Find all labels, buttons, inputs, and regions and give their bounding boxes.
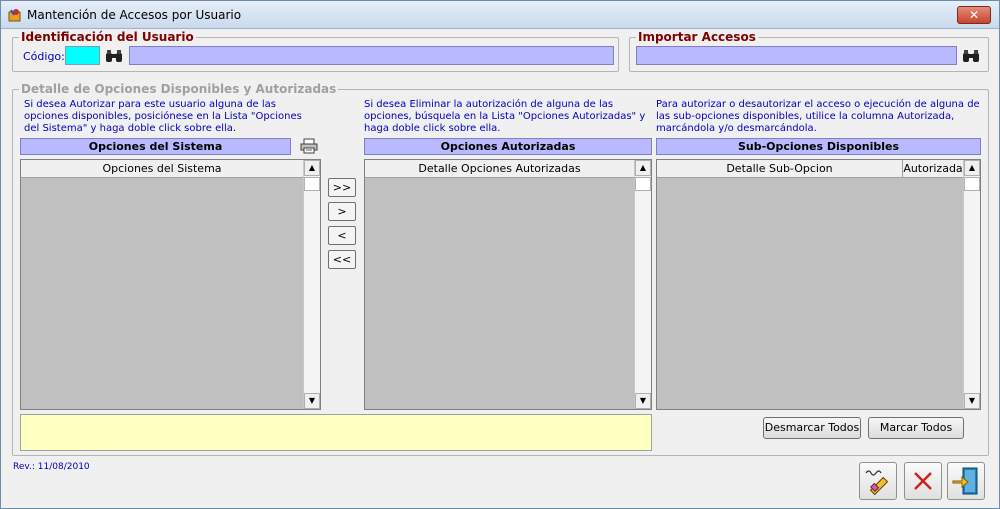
scroll-thumb[interactable]: [635, 177, 651, 191]
codigo-label: Código:: [23, 50, 65, 63]
sistema-column-header[interactable]: Opciones del Sistema: [21, 160, 304, 177]
salir-button[interactable]: [947, 462, 985, 500]
cross-icon: [914, 472, 932, 490]
buscar-usuario-button[interactable]: [103, 46, 125, 66]
importar-legend: Importar Accesos: [636, 30, 758, 44]
autorizadas-column-header[interactable]: Detalle Opciones Autorizadas: [365, 160, 635, 177]
detalle-legend: Detalle de Opciones Disponibles y Autori…: [19, 82, 339, 96]
marcar-todos-button[interactable]: Marcar Todos: [868, 417, 964, 439]
client-area: Identificación del Usuario Código: Impor…: [1, 29, 999, 508]
scroll-up-icon[interactable]: ▲: [635, 160, 651, 176]
nombre-usuario-field: [129, 46, 614, 65]
autorizadas-header: Opciones Autorizadas: [364, 138, 652, 155]
add-all-button[interactable]: >>: [328, 178, 356, 197]
autorizadas-grid[interactable]: Detalle Opciones Autorizadas ▲ ▼: [364, 159, 652, 410]
cancelar-button[interactable]: [904, 462, 942, 500]
scroll-thumb[interactable]: [964, 177, 980, 191]
subopciones-scrollbar[interactable]: ▲ ▼: [963, 160, 980, 409]
sistema-grid-header: Opciones del Sistema: [21, 160, 304, 178]
exit-door-icon: [952, 467, 978, 495]
codigo-input[interactable]: [65, 46, 100, 65]
subopciones-grid-header: Detalle Sub-Opcion Autorizada: [657, 160, 964, 178]
importar-group: Importar Accesos: [629, 30, 989, 72]
identificacion-group: Identificación del Usuario Código:: [12, 30, 619, 72]
autorizadas-scrollbar[interactable]: ▲ ▼: [634, 160, 651, 409]
autorizadas-grid-header: Detalle Opciones Autorizadas: [365, 160, 635, 178]
desmarcar-todos-button[interactable]: Desmarcar Todos: [763, 417, 861, 439]
scroll-up-icon[interactable]: ▲: [304, 160, 320, 176]
sistema-header: Opciones del Sistema: [20, 138, 291, 155]
binoculars-icon: [106, 50, 122, 62]
sistema-scrollbar[interactable]: ▲ ▼: [303, 160, 320, 409]
autorizadas-info-text: Si desea Eliminar la autorización de alg…: [364, 99, 646, 134]
subopciones-grid[interactable]: Detalle Sub-Opcion Autorizada ▲ ▼: [656, 159, 981, 410]
scroll-thumb[interactable]: [304, 177, 320, 191]
scroll-down-icon[interactable]: ▼: [635, 393, 651, 409]
identificacion-legend: Identificación del Usuario: [19, 30, 196, 44]
window-title: Mantención de Accesos por Usuario: [27, 8, 242, 22]
binoculars-icon: [963, 50, 979, 62]
main-window: Mantención de Accesos por Usuario ✕ Iden…: [0, 0, 1000, 509]
app-icon: [8, 9, 21, 22]
revision-label: Rev.: 11/08/2010: [13, 462, 90, 472]
subopciones-info-text: Para autorizar o desautorizar el acceso …: [656, 99, 980, 134]
sistema-grid[interactable]: Opciones del Sistema ▲ ▼: [20, 159, 321, 410]
autorizada-column-header[interactable]: Autorizada: [903, 160, 964, 177]
grabar-button[interactable]: [859, 462, 897, 500]
printer-icon: [300, 138, 318, 154]
remove-one-button[interactable]: <: [328, 226, 356, 245]
add-one-button[interactable]: >: [328, 202, 356, 221]
title-bar[interactable]: Mantención de Accesos por Usuario ✕: [1, 1, 999, 29]
close-button[interactable]: ✕: [957, 6, 991, 24]
detalle-subopcion-column-header[interactable]: Detalle Sub-Opcion: [657, 160, 903, 177]
importar-input[interactable]: [636, 46, 957, 65]
scroll-down-icon[interactable]: ▼: [304, 393, 320, 409]
buscar-importar-button[interactable]: [960, 46, 982, 66]
remove-all-button[interactable]: <<: [328, 250, 356, 269]
scroll-down-icon[interactable]: ▼: [964, 393, 980, 409]
pencil-signature-icon: [865, 470, 889, 496]
subopciones-header: Sub-Opciones Disponibles: [656, 138, 981, 155]
message-area: [20, 414, 652, 451]
scroll-up-icon[interactable]: ▲: [964, 160, 980, 176]
sistema-info-text: Si desea Autorizar para este usuario alg…: [24, 99, 302, 134]
imprimir-button[interactable]: [297, 135, 321, 157]
